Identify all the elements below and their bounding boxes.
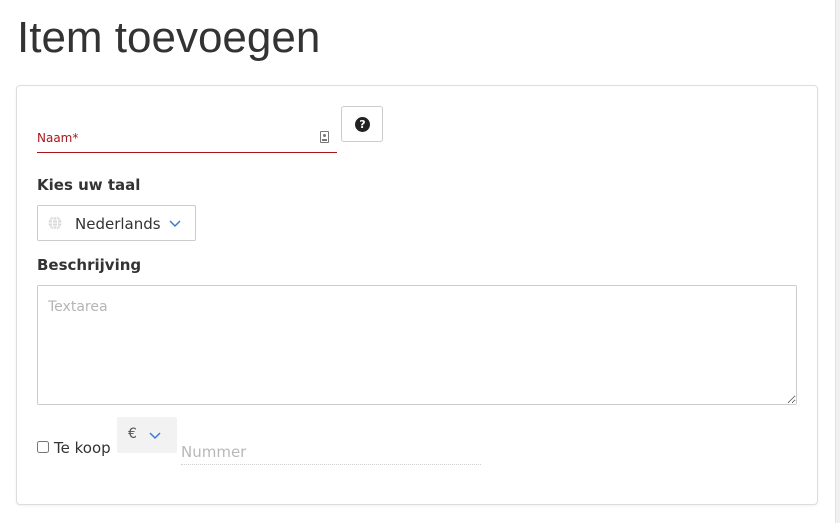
page-title: Item toevoegen <box>17 13 321 62</box>
add-item-form-panel: Naam* ? Kies uw taal Nederlands Beschrij… <box>16 85 818 505</box>
language-select[interactable]: Nederlands <box>37 205 196 241</box>
help-button[interactable]: ? <box>341 106 383 142</box>
question-circle-icon: ? <box>355 117 370 132</box>
id-card-icon <box>320 131 329 143</box>
for-sale-label: Te koop <box>54 439 111 457</box>
name-field[interactable]: Naam* <box>37 122 337 153</box>
currency-select[interactable]: € <box>117 417 177 453</box>
description-heading: Beschrijving <box>37 256 142 274</box>
scrollbar[interactable] <box>835 0 840 523</box>
language-selected-value: Nederlands <box>75 215 161 233</box>
chevron-down-icon <box>169 220 181 228</box>
name-input[interactable] <box>37 122 307 150</box>
price-input[interactable] <box>181 440 481 465</box>
currency-selected-value: € <box>128 426 137 442</box>
for-sale-checkbox[interactable] <box>37 441 49 453</box>
globe-icon <box>48 216 62 230</box>
description-textarea[interactable] <box>37 285 797 405</box>
language-heading: Kies uw taal <box>37 176 141 194</box>
chevron-down-icon <box>149 432 161 440</box>
